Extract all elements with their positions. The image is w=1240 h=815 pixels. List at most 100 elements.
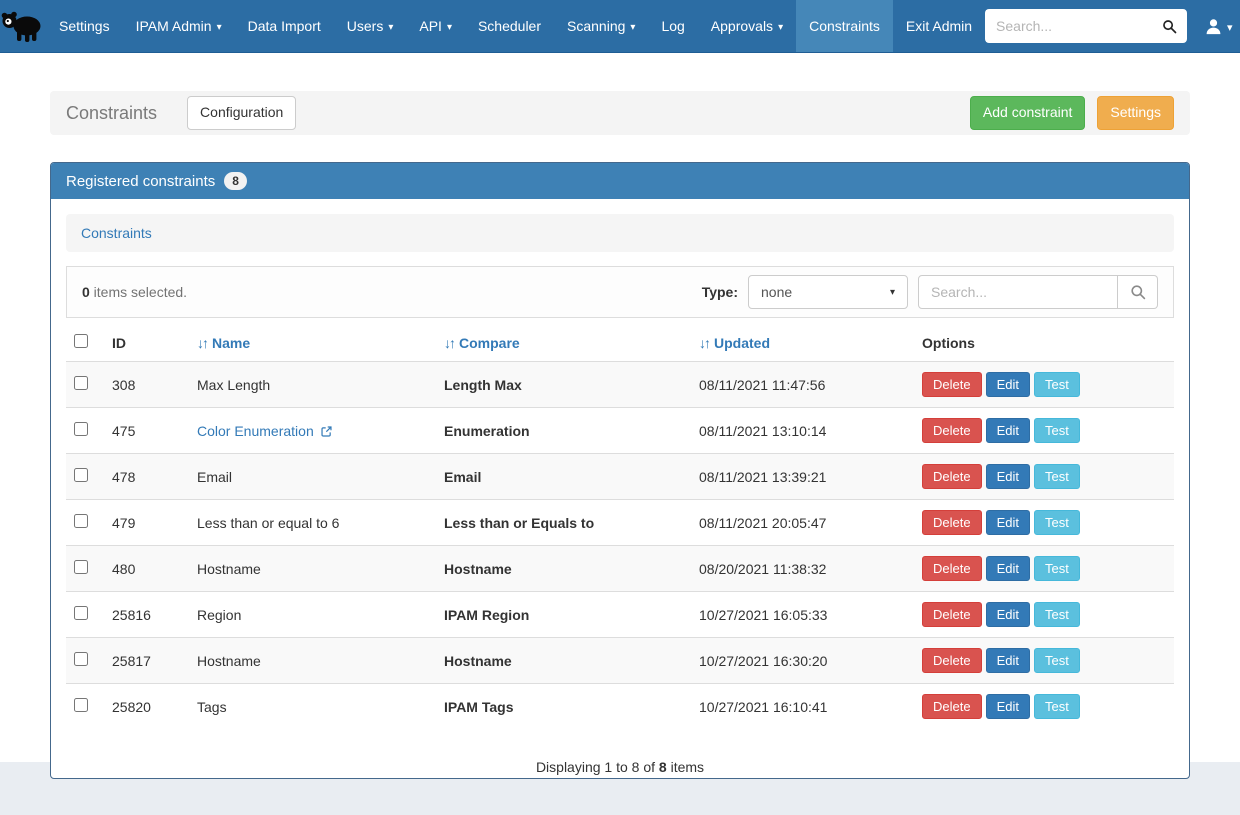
nav-link-api[interactable]: API▾ <box>406 0 465 52</box>
delete-button[interactable]: Delete <box>922 556 982 581</box>
test-button[interactable]: Test <box>1034 694 1080 719</box>
sort-icon: ↓↑ <box>444 335 454 351</box>
cell-compare: IPAM Tags <box>436 684 691 730</box>
nav-link-exit-admin[interactable]: Exit Admin <box>893 0 985 52</box>
cell-updated: 08/20/2021 11:38:32 <box>691 546 914 592</box>
row-checkbox-cell <box>66 592 104 638</box>
nav-link-scheduler[interactable]: Scheduler <box>465 0 554 52</box>
nav-link-scanning[interactable]: Scanning▾ <box>554 0 648 52</box>
brand-logo[interactable] <box>0 0 46 52</box>
delete-button[interactable]: Delete <box>922 648 982 673</box>
nav-items: SettingsIPAM Admin▾Data ImportUsers▾API▾… <box>46 0 985 52</box>
chevron-down-icon: ▾ <box>778 22 783 33</box>
table-row: 480HostnameHostname08/20/2021 11:38:32De… <box>66 546 1174 592</box>
test-button[interactable]: Test <box>1034 418 1080 443</box>
cell-options: DeleteEditTest <box>914 546 1174 592</box>
nav-item-log: Log <box>648 0 697 52</box>
cell-id: 479 <box>104 500 189 546</box>
nav-link-settings[interactable]: Settings <box>46 0 123 52</box>
search-icon <box>1130 284 1146 300</box>
cell-id: 475 <box>104 408 189 454</box>
row-checkbox[interactable] <box>74 698 88 712</box>
table-row: 308Max LengthLength Max08/11/2021 11:47:… <box>66 362 1174 408</box>
table-search-button[interactable] <box>1118 275 1158 309</box>
test-button[interactable]: Test <box>1034 510 1080 535</box>
delete-button[interactable]: Delete <box>922 372 982 397</box>
cell-id: 478 <box>104 454 189 500</box>
add-constraint-button[interactable]: Add constraint <box>970 96 1086 130</box>
edit-button[interactable]: Edit <box>986 372 1030 397</box>
row-checkbox[interactable] <box>74 514 88 528</box>
nav-item-scheduler: Scheduler <box>465 0 554 52</box>
delete-button[interactable]: Delete <box>922 464 982 489</box>
edit-button[interactable]: Edit <box>986 694 1030 719</box>
constraint-link[interactable]: Color Enumeration <box>197 423 314 439</box>
nav-item-exit-admin: Exit Admin <box>893 0 985 52</box>
column-label: Compare <box>459 335 520 351</box>
top-navbar: SettingsIPAM Admin▾Data ImportUsers▾API▾… <box>0 0 1240 53</box>
cell-updated: 08/11/2021 20:05:47 <box>691 500 914 546</box>
test-button[interactable]: Test <box>1034 602 1080 627</box>
edit-button[interactable]: Edit <box>986 602 1030 627</box>
table-search <box>918 275 1158 309</box>
nav-item-approvals: Approvals▾ <box>698 0 796 52</box>
column-header-updated[interactable]: ↓↑Updated <box>691 324 914 362</box>
type-select[interactable]: none ▾ <box>748 275 908 309</box>
nav-link-ipam-admin[interactable]: IPAM Admin▾ <box>123 0 235 52</box>
table-search-input[interactable] <box>918 275 1118 309</box>
nav-link-approvals[interactable]: Approvals▾ <box>698 0 796 52</box>
column-header-compare[interactable]: ↓↑ Compare <box>436 324 691 362</box>
edit-button[interactable]: Edit <box>986 510 1030 535</box>
table-row: 475Color EnumerationEnumeration08/11/202… <box>66 408 1174 454</box>
row-checkbox[interactable] <box>74 422 88 436</box>
cell-name: Hostname <box>189 546 436 592</box>
nav-link-constraints[interactable]: Constraints <box>796 0 893 52</box>
cell-id: 25816 <box>104 592 189 638</box>
row-checkbox[interactable] <box>74 468 88 482</box>
panda-logo-icon <box>0 8 46 44</box>
external-link-icon <box>320 425 333 438</box>
test-button[interactable]: Test <box>1034 648 1080 673</box>
nav-item-scanning: Scanning▾ <box>554 0 648 52</box>
cell-updated: 08/11/2021 11:47:56 <box>691 362 914 408</box>
navbar-search-input[interactable] <box>985 9 1151 43</box>
select-all-checkbox[interactable] <box>74 334 88 348</box>
delete-button[interactable]: Delete <box>922 602 982 627</box>
cell-updated: 08/11/2021 13:39:21 <box>691 454 914 500</box>
page-header: Constraints Configuration Add constraint… <box>50 91 1190 135</box>
tab-constraints[interactable]: Constraints <box>81 225 152 241</box>
navbar-right: ▾ <box>985 0 1240 52</box>
column-header-options: Options <box>914 324 1174 362</box>
edit-button[interactable]: Edit <box>986 648 1030 673</box>
navbar-search <box>985 9 1187 43</box>
edit-button[interactable]: Edit <box>986 464 1030 489</box>
delete-button[interactable]: Delete <box>922 510 982 535</box>
nav-item-api: API▾ <box>406 0 465 52</box>
settings-button[interactable]: Settings <box>1097 96 1174 130</box>
cell-updated: 10/27/2021 16:30:20 <box>691 638 914 684</box>
configuration-button[interactable]: Configuration <box>187 96 296 130</box>
row-checkbox[interactable] <box>74 560 88 574</box>
navbar-search-button[interactable] <box>1151 9 1187 43</box>
user-menu[interactable]: ▾ <box>1205 18 1233 35</box>
row-checkbox-cell <box>66 638 104 684</box>
cell-id: 480 <box>104 546 189 592</box>
test-button[interactable]: Test <box>1034 372 1080 397</box>
row-checkbox[interactable] <box>74 376 88 390</box>
delete-button[interactable]: Delete <box>922 694 982 719</box>
test-button[interactable]: Test <box>1034 556 1080 581</box>
cell-name: Tags <box>189 684 436 730</box>
edit-button[interactable]: Edit <box>986 556 1030 581</box>
nav-link-log[interactable]: Log <box>648 0 697 52</box>
test-button[interactable]: Test <box>1034 464 1080 489</box>
column-header-name[interactable]: ↓↑Name <box>189 324 436 362</box>
row-checkbox[interactable] <box>74 652 88 666</box>
table-row: 478EmailEmail08/11/2021 13:39:21DeleteEd… <box>66 454 1174 500</box>
row-checkbox[interactable] <box>74 606 88 620</box>
table-footer: Displaying 1 to 8 of 8 items <box>66 759 1174 775</box>
nav-link-users[interactable]: Users▾ <box>334 0 407 52</box>
delete-button[interactable]: Delete <box>922 418 982 443</box>
nav-link-data-import[interactable]: Data Import <box>235 0 334 52</box>
edit-button[interactable]: Edit <box>986 418 1030 443</box>
column-header-id: ID <box>104 324 189 362</box>
